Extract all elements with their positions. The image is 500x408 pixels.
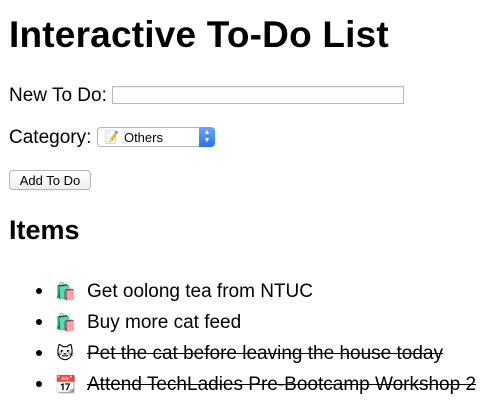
add-todo-button[interactable]: Add To Do <box>9 170 91 190</box>
new-todo-input[interactable] <box>112 86 404 104</box>
todo-item-text: Get oolong tea from NTUC <box>87 280 313 302</box>
calendar-icon: 📆 <box>55 374 77 394</box>
new-todo-label: New To Do: <box>9 85 107 106</box>
memo-icon: 📝 <box>104 130 119 144</box>
bullet-icon <box>36 381 42 387</box>
todo-item-text: Attend TechLadies Pre-Bootcamp Workshop … <box>87 373 477 395</box>
todo-item[interactable]: 📆 Attend TechLadies Pre-Bootcamp Worksho… <box>0 369 476 400</box>
bullet-icon <box>36 350 42 356</box>
todo-item[interactable]: 🛍️ Get oolong tea from NTUC <box>0 276 476 307</box>
shopping-bags-icon: 🛍️ <box>55 281 77 301</box>
category-select[interactable]: 📝 Others ▲ ▼ <box>97 127 215 147</box>
bullet-icon <box>36 319 42 325</box>
todo-item-text: Pet the cat before leaving the house tod… <box>87 342 443 364</box>
items-heading: Items <box>9 215 80 245</box>
todo-list: 🛍️ Get oolong tea from NTUC 🛍️ Buy more … <box>0 276 476 400</box>
category-select-value: Others <box>123 129 163 145</box>
page-title: Interactive To-Do List <box>9 14 389 55</box>
todo-item[interactable]: 🐱 Pet the cat before leaving the house t… <box>0 338 476 369</box>
shopping-bags-icon: 🛍️ <box>55 312 77 332</box>
todo-item[interactable]: 🛍️ Buy more cat feed <box>0 307 476 338</box>
category-label: Category: <box>9 127 92 148</box>
bullet-icon <box>36 288 42 294</box>
todo-item-text: Buy more cat feed <box>87 311 242 333</box>
cat-face-icon: 🐱 <box>56 343 74 363</box>
chevron-up-down-icon: ▲ ▼ <box>199 127 215 147</box>
